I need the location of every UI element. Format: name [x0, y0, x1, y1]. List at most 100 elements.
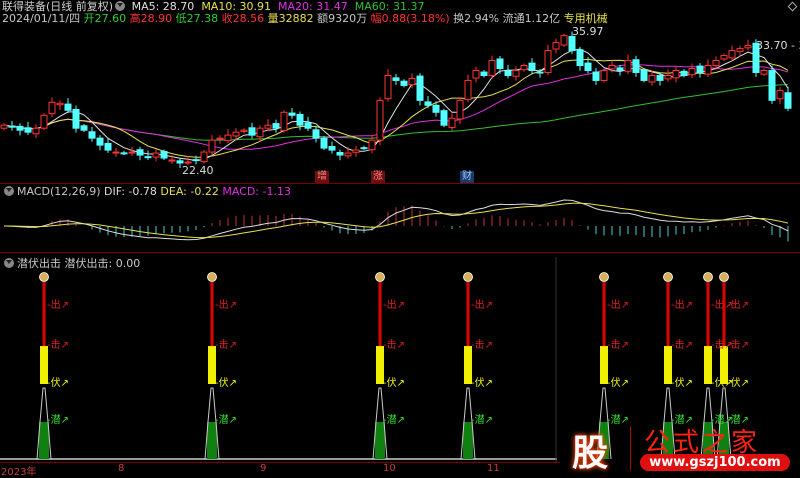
candle [320, 137, 328, 149]
site-url: www.gszj100.com [640, 454, 790, 471]
signal-label-ji: -击↗ [671, 340, 693, 351]
candle [568, 35, 576, 52]
candle [608, 65, 616, 70]
candle [656, 74, 664, 81]
low-price-annotation: 22.40 [182, 164, 214, 177]
last-range-annotation: 33.70 - 33 [756, 39, 800, 52]
signal-title: 潜伏出击 [17, 257, 61, 270]
candle [224, 134, 232, 142]
candle [304, 122, 312, 129]
candle [232, 131, 240, 137]
chu-line [378, 282, 382, 346]
candle [632, 59, 640, 73]
qian-bar [39, 422, 49, 459]
ma60-line [3, 84, 789, 141]
x-label: 11 [487, 463, 500, 474]
candle [768, 69, 776, 101]
candle [576, 49, 584, 67]
candle [760, 69, 768, 75]
event-tag-zhang[interactable]: 涨 [371, 171, 385, 183]
candle [680, 70, 688, 76]
candle [384, 74, 392, 100]
signal-label-chu: -出↗ [727, 300, 749, 311]
signal-label-fu: -伏↗ [607, 378, 629, 389]
candle [424, 101, 432, 106]
qian-bar [207, 422, 217, 459]
chu-line [602, 282, 606, 346]
candle [296, 113, 304, 126]
candle [216, 137, 224, 140]
signal-label-ji: -击↗ [383, 340, 405, 351]
collapse-icon[interactable] [4, 186, 14, 196]
event-tag-cai[interactable]: 财 [460, 171, 474, 183]
signal-label-chu: -出↗ [471, 300, 493, 311]
candle [600, 69, 608, 81]
signal-label-ji: -击↗ [215, 340, 237, 351]
money-bag-icon [663, 272, 673, 282]
candle [288, 112, 296, 116]
candle [120, 152, 128, 155]
candle [496, 58, 504, 70]
money-bag-icon [39, 272, 49, 282]
candle [40, 114, 48, 129]
candle [16, 125, 24, 131]
signal-label-chu: -出↗ [383, 300, 405, 311]
x-label: 9 [260, 463, 267, 474]
macd-title: MACD(12,26,9) [17, 185, 101, 198]
candle [416, 75, 424, 101]
macd-header: MACD(12,26,9) DIF: -0.78 DEA: -0.22 MACD… [2, 185, 291, 198]
candle [696, 65, 704, 73]
x-label: 10 [383, 463, 396, 474]
candle [88, 131, 96, 139]
money-bag-icon [207, 272, 217, 282]
candle [512, 69, 520, 77]
candle [592, 71, 600, 81]
candle [504, 70, 512, 76]
candle [280, 111, 288, 132]
panel-divider [0, 252, 800, 253]
macd-value: MACD: -1.13 [222, 185, 291, 198]
candle [96, 137, 104, 146]
candle [48, 101, 56, 115]
candle [352, 149, 360, 153]
candle [184, 161, 192, 164]
candle [408, 77, 416, 86]
event-tag-zeng[interactable]: 增 [315, 171, 329, 183]
chu-line [706, 282, 710, 346]
candle [520, 65, 528, 71]
candle [0, 124, 8, 129]
candle [456, 99, 464, 120]
candle [24, 127, 32, 133]
chu-line [42, 282, 46, 346]
candle [80, 125, 88, 131]
candle [440, 110, 448, 126]
candle [664, 74, 672, 80]
collapse-icon[interactable] [4, 258, 14, 268]
signal-label-fu: -伏↗ [471, 378, 493, 389]
candle [128, 151, 136, 154]
candle [56, 102, 64, 106]
candle [312, 129, 320, 139]
chu-line [466, 282, 470, 346]
candle [368, 139, 376, 151]
signal-label-qian: -潜↗ [215, 415, 237, 426]
candle [672, 69, 680, 79]
signal-label-ji: -击↗ [727, 340, 749, 351]
signal-label-chu: -出↗ [47, 300, 69, 311]
candle [776, 89, 784, 100]
candle [560, 35, 568, 46]
candle [136, 149, 144, 156]
candle [392, 77, 400, 81]
candle [144, 156, 152, 159]
candle [256, 127, 264, 138]
candle [480, 71, 488, 76]
candle [8, 125, 16, 128]
logo-glyph: 股 [572, 433, 609, 474]
signal-label-ji: -击↗ [607, 340, 629, 351]
candle [528, 62, 536, 71]
watermark-logo: 股 公式之家 www.gszj100.com [560, 422, 800, 475]
kline-chart[interactable] [0, 0, 800, 475]
signal-label-fu: -伏↗ [47, 378, 69, 389]
high-price-annotation: 35.97 [572, 25, 604, 38]
candle [720, 55, 728, 60]
